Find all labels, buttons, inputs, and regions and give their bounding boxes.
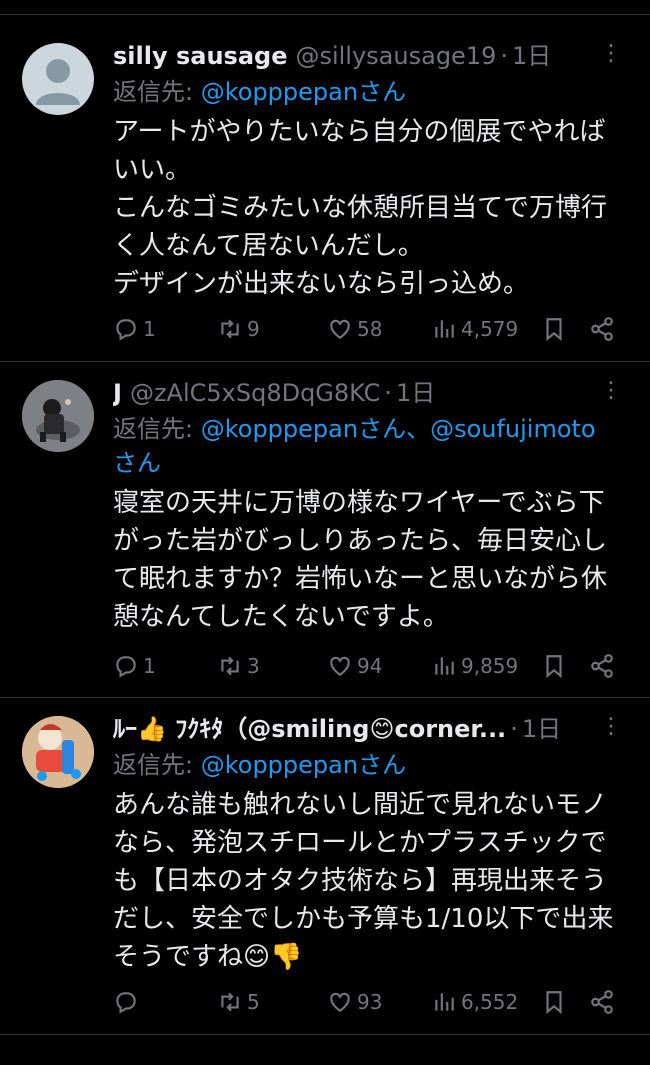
tweet-header: ﾙｰ👍 ﾌｸｷﾀ（@smiling😊corner... · 1日 ⋮ [113,712,630,746]
tweet-body: 寝室の天井に万博の様なワイヤーでぶら下 がった岩がびっしりあったら、毎日安心し … [113,488,608,632]
reply-prefix: 返信先: [113,751,201,779]
reply-to-line: 返信先: @kopppepanさん [113,75,630,109]
share-icon [591,317,613,341]
views-icon [435,657,454,675]
tweet-header: J @zAlC5xSq8DqG8KC · 1日 ⋮ [113,376,630,410]
bookmark-button[interactable] [541,653,567,679]
tweet-time[interactable]: 1日 [522,715,561,743]
author-name[interactable]: J [113,379,122,407]
separator-dot: · [510,715,518,743]
views-count: 6,552 [461,990,519,1014]
views-count: 9,859 [461,654,519,678]
reply-prefix: 返信先: [113,78,201,106]
more-icon[interactable]: ⋮ [600,376,622,406]
reply-to-line: 返信先: @kopppepanさん [113,748,630,782]
tweet-time[interactable]: 1日 [512,42,551,70]
like-count: 94 [357,654,383,678]
retweet-button[interactable]: 9 [217,316,260,342]
author-handle[interactable]: @sillysausage19 [295,42,496,70]
bookmark-icon [546,991,562,1015]
tweet-time[interactable]: 1日 [396,379,435,407]
tweet-body: あんな誰も触れないし間近で見れないモノ なら、発泡スチロールとかプラスチックで … [113,790,614,972]
views-icon [435,993,454,1011]
like-button[interactable]: 93 [327,989,382,1015]
share-button[interactable] [589,653,615,679]
avatar-robot[interactable] [22,380,94,452]
reply-icon [116,319,136,341]
bookmark-button[interactable] [541,989,567,1015]
bookmark-icon [546,318,562,342]
heart-icon [330,319,350,339]
author-handle[interactable]: @zAlC5xSq8DqG8KC [130,379,380,407]
reply-mentions[interactable]: @kopppepanさん [201,78,406,106]
tweet-2[interactable]: J @zAlC5xSq8DqG8KC · 1日 ⋮ 返信先: @kopppepanさん… [0,362,650,698]
share-icon [591,654,613,678]
action-bar: 5 93 6,552 [113,982,630,1022]
separator-dot: · [500,42,508,70]
like-count: 93 [357,990,383,1014]
action-bar: 1 3 94 9,859 [113,646,630,686]
retweet-count: 3 [247,654,260,678]
doll-figure-avatar-icon [22,716,94,788]
retweet-icon [221,656,239,676]
views-button[interactable]: 4,579 [431,316,518,342]
reply-button[interactable]: 1 [113,316,156,342]
share-button[interactable] [589,989,615,1015]
reply-button[interactable]: 1 [113,653,156,679]
views-button[interactable]: 6,552 [431,989,518,1015]
avatar-default[interactable] [22,43,94,115]
bottom-divider [0,1034,650,1035]
more-icon[interactable]: ⋮ [600,39,622,69]
reply-mentions[interactable]: @kopppepanさん [201,751,406,779]
action-bar: 1 9 58 4,579 [113,309,630,349]
retweet-count: 5 [247,990,260,1014]
like-button[interactable]: 94 [327,653,382,679]
like-button[interactable]: 58 [327,316,382,342]
tweet-header: silly sausage @sillysausage19 · 1日 ⋮ [113,39,630,73]
reply-count: 1 [143,654,156,678]
retweet-button[interactable]: 5 [217,989,260,1015]
separator-dot: · [384,379,392,407]
views-button[interactable]: 9,859 [431,653,518,679]
reply-icon [116,656,136,678]
heart-icon [330,992,350,1012]
author-name[interactable]: silly sausage [113,42,287,70]
default-avatar-icon [36,59,80,105]
retweet-icon [221,319,239,339]
tweet-3[interactable]: ﾙｰ👍 ﾌｸｷﾀ（@smiling😊corner... · 1日 ⋮ 返信先: @k… [0,698,650,1034]
author-name[interactable]: ﾙｰ👍 ﾌｸｷﾀ（@smiling😊corner... [113,715,506,743]
tweet-body: アートがやりたいなら自分の個展でやれば いい。 こんなゴミみたいな休憩所目当てで… [113,117,608,299]
reply-to-line: 返信先: @kopppepanさん、@soufujimoto さん [113,412,630,480]
views-count: 4,579 [461,317,519,341]
avatar-doll[interactable] [22,716,94,788]
bookmark-button[interactable] [541,316,567,342]
robot-figure-avatar-icon [22,380,94,452]
views-icon [435,320,454,338]
reply-prefix: 返信先: [113,415,201,443]
retweet-count: 9 [247,317,260,341]
heart-icon [330,656,350,676]
like-count: 58 [357,317,383,341]
reply-icon [116,992,136,1014]
reply-count: 1 [143,317,156,341]
bookmark-icon [546,655,562,679]
share-icon [591,990,613,1014]
share-button[interactable] [589,316,615,342]
retweet-icon [221,992,239,1012]
tweet-1[interactable]: silly sausage @sillysausage19 · 1日 ⋮ 返信先: @… [0,15,650,362]
reply-button[interactable] [113,989,143,1015]
retweet-button[interactable]: 3 [217,653,260,679]
more-icon[interactable]: ⋮ [600,712,622,742]
